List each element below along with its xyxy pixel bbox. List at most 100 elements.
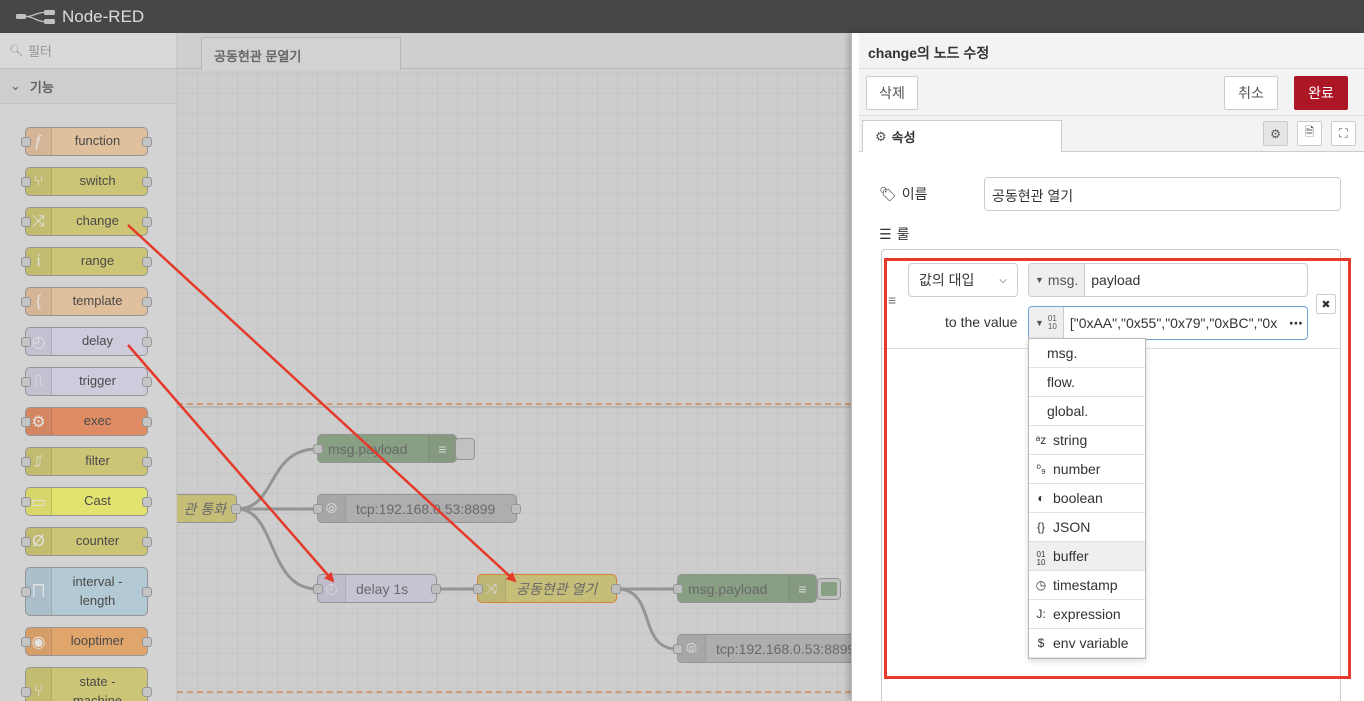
done-button[interactable]: 완료 — [1294, 76, 1348, 110]
target-type-label: msg. — [1047, 272, 1079, 288]
more-icon[interactable]: ⋯ — [1285, 315, 1307, 332]
type-option-label: number — [1053, 461, 1101, 477]
palette-node-interval-length[interactable]: ⨅ interval - length — [21, 567, 152, 616]
type-option-expression[interactable]: J: expression — [1029, 600, 1145, 629]
debug-toggle-button[interactable] — [455, 438, 475, 460]
input-port — [21, 136, 31, 147]
tray-title: change의 노드 수정 — [859, 33, 1364, 69]
palette-node-counter[interactable]: Øcounter — [21, 527, 152, 556]
palette-filter[interactable]: 🔍︎ 필터 — [0, 33, 176, 69]
cancel-button[interactable]: 취소 — [1224, 76, 1278, 110]
palette-node-state-machine[interactable]: ⑂ state - machine — [21, 667, 152, 701]
rule-item: ≡ 값의 대입 ⌵ ▼ msg. payload to the value ▼ … — [882, 250, 1340, 349]
palette-node-label: delay — [81, 333, 114, 349]
flow-node-debug-2[interactable]: msg.payload ≡ — [673, 574, 817, 603]
type-dropdown-menu: msg. flow. global. ᵃz string ⁰₉ number ◐ boolean… — [1028, 338, 1146, 659]
input-port — [21, 176, 31, 187]
output-port[interactable] — [511, 503, 521, 514]
palette-node-delay[interactable]: ◴ delay — [21, 327, 152, 356]
type-option-timestamp[interactable]: ◷ timestamp — [1029, 571, 1145, 600]
output-port[interactable] — [611, 583, 621, 594]
input-port — [21, 336, 31, 347]
palette-node-function[interactable]: ƒ function — [21, 127, 152, 156]
target-type-selector[interactable]: ▼ msg. — [1029, 264, 1086, 296]
flow-node-label: tcp:192.168.0.53:8899 — [356, 500, 496, 517]
rule-target-input[interactable]: ▼ msg. payload — [1028, 263, 1308, 297]
toggle-icon: ◐ — [1037, 491, 1045, 505]
flow-node-label: msg.payload — [328, 440, 408, 457]
input-port[interactable] — [313, 503, 323, 514]
flow-node-tcp-2[interactable]: ⦾ tcp:192.168.0.53:8899 — [673, 634, 851, 663]
palette-node-change[interactable]: ⤨ change — [21, 207, 152, 236]
description-icon-button[interactable]: 🗎︎ — [1297, 121, 1322, 146]
tag-icon: 🏷︎ — [879, 185, 897, 202]
palette-node-trigger[interactable]: ⎍ trigger — [21, 367, 152, 396]
palette-node-range[interactable]: i range — [21, 247, 152, 276]
output-port — [142, 256, 152, 267]
chevron-down-icon: ⌵ — [999, 274, 1007, 286]
type-option-number[interactable]: ⁰₉ number — [1029, 455, 1145, 484]
name-field[interactable]: 공동현관 열기 — [984, 177, 1341, 211]
palette-node-filter[interactable]: ⎎ filter — [21, 447, 152, 476]
flow-node-tcp-1[interactable]: ⦾ tcp:192.168.0.53:8899 — [313, 494, 521, 523]
output-port — [142, 216, 152, 227]
flow-node-call[interactable]: 관 통화 — [177, 494, 241, 523]
json-icon: {} — [1036, 520, 1045, 534]
type-option-json[interactable]: {} JSON — [1029, 513, 1145, 542]
debug-toggle-fill — [821, 582, 837, 596]
tab-properties[interactable]: ⚙ 속성 — [862, 120, 1062, 153]
palette-node-template[interactable]: {template — [21, 287, 152, 316]
palette-node-looptimer[interactable]: ◉ looptimer — [21, 627, 152, 656]
input-port[interactable] — [673, 583, 683, 594]
flow-node-change[interactable]: ⤨ 공동현관 열기 — [473, 574, 621, 603]
type-option-flow[interactable]: flow. — [1029, 368, 1145, 397]
palette-node-cast[interactable]: ▭ Cast — [21, 487, 152, 516]
output-port — [142, 416, 152, 427]
tray-tab-bar: ⚙ 속성 ⚙ 🗎︎ ⛶ — [859, 116, 1364, 153]
palette-category-function[interactable]: ⌄ 기능 — [0, 69, 176, 104]
input-port[interactable] — [473, 583, 483, 594]
palette-node-exec[interactable]: ⚙ exec — [21, 407, 152, 436]
output-port[interactable] — [231, 503, 241, 514]
app-header: Node-RED — [0, 0, 1364, 33]
flow-node-debug-1[interactable]: msg.payload ≡ — [313, 434, 457, 463]
input-port[interactable] — [673, 643, 683, 654]
flow-node-label: tcp:192.168.0.53:8899 — [716, 640, 851, 657]
value-type-selector[interactable]: ▼ 01 10 — [1029, 307, 1064, 339]
palette-category-label: 기능 — [29, 79, 54, 95]
rules-label: ☰ 룰 — [879, 224, 909, 244]
type-option-buffer[interactable]: 01 10 buffer — [1029, 542, 1145, 571]
rule-value-text[interactable]: ["0xAA","0x55","0x79","0xBC","0x — [1064, 315, 1285, 331]
target-value[interactable]: payload — [1085, 272, 1307, 288]
input-port[interactable] — [313, 583, 323, 594]
output-port — [142, 536, 152, 547]
type-option-global[interactable]: global. — [1029, 397, 1145, 426]
output-port[interactable] — [431, 583, 441, 594]
frame-icon: ⛶ — [1339, 126, 1348, 140]
tab-properties-label: 속성 — [891, 130, 916, 145]
remove-rule-button[interactable]: ✖ — [1316, 294, 1336, 314]
node-palette: 🔍︎ 필터 ⌄ 기능 ƒ function ⑂ switch ⤨ change i range… — [0, 33, 177, 701]
flow-node-delay[interactable]: ◴ delay 1s — [313, 574, 441, 603]
palette-filter-input[interactable]: 필터 — [28, 41, 52, 60]
output-port — [142, 296, 152, 307]
palette-node-switch[interactable]: ⑂ switch — [21, 167, 152, 196]
palette-node-label: function — [74, 133, 121, 149]
type-option-string[interactable]: ᵃz string — [1029, 426, 1145, 455]
drag-handle-icon[interactable]: ≡ — [888, 292, 896, 308]
search-icon: 🔍︎ — [9, 45, 23, 57]
rule-action-select[interactable]: 값의 대입 ⌵ — [908, 263, 1018, 297]
flow-workspace[interactable]: 공동현관 문열기 관 통화 msg.payload ≡ ⦾ tcp:192.16… — [177, 33, 851, 701]
rule-value-input[interactable]: ▼ 01 10 ["0xAA","0x55","0x79","0xBC","0x … — [1028, 306, 1308, 340]
palette-node-label: template — [72, 293, 123, 309]
delete-button[interactable]: 삭제 — [866, 76, 918, 110]
type-option-msg[interactable]: msg. — [1029, 339, 1145, 368]
settings-icon-button[interactable]: ⚙ — [1263, 121, 1288, 146]
input-port[interactable] — [313, 443, 323, 454]
output-port — [142, 686, 152, 697]
type-option-env-variable[interactable]: $ env variable — [1029, 629, 1145, 658]
debug-toggle-button-2[interactable] — [817, 578, 841, 600]
flow-node-label: msg.payload — [688, 580, 768, 597]
type-option-boolean[interactable]: ◐ boolean — [1029, 484, 1145, 513]
appearance-icon-button[interactable]: ⛶ — [1331, 121, 1356, 146]
